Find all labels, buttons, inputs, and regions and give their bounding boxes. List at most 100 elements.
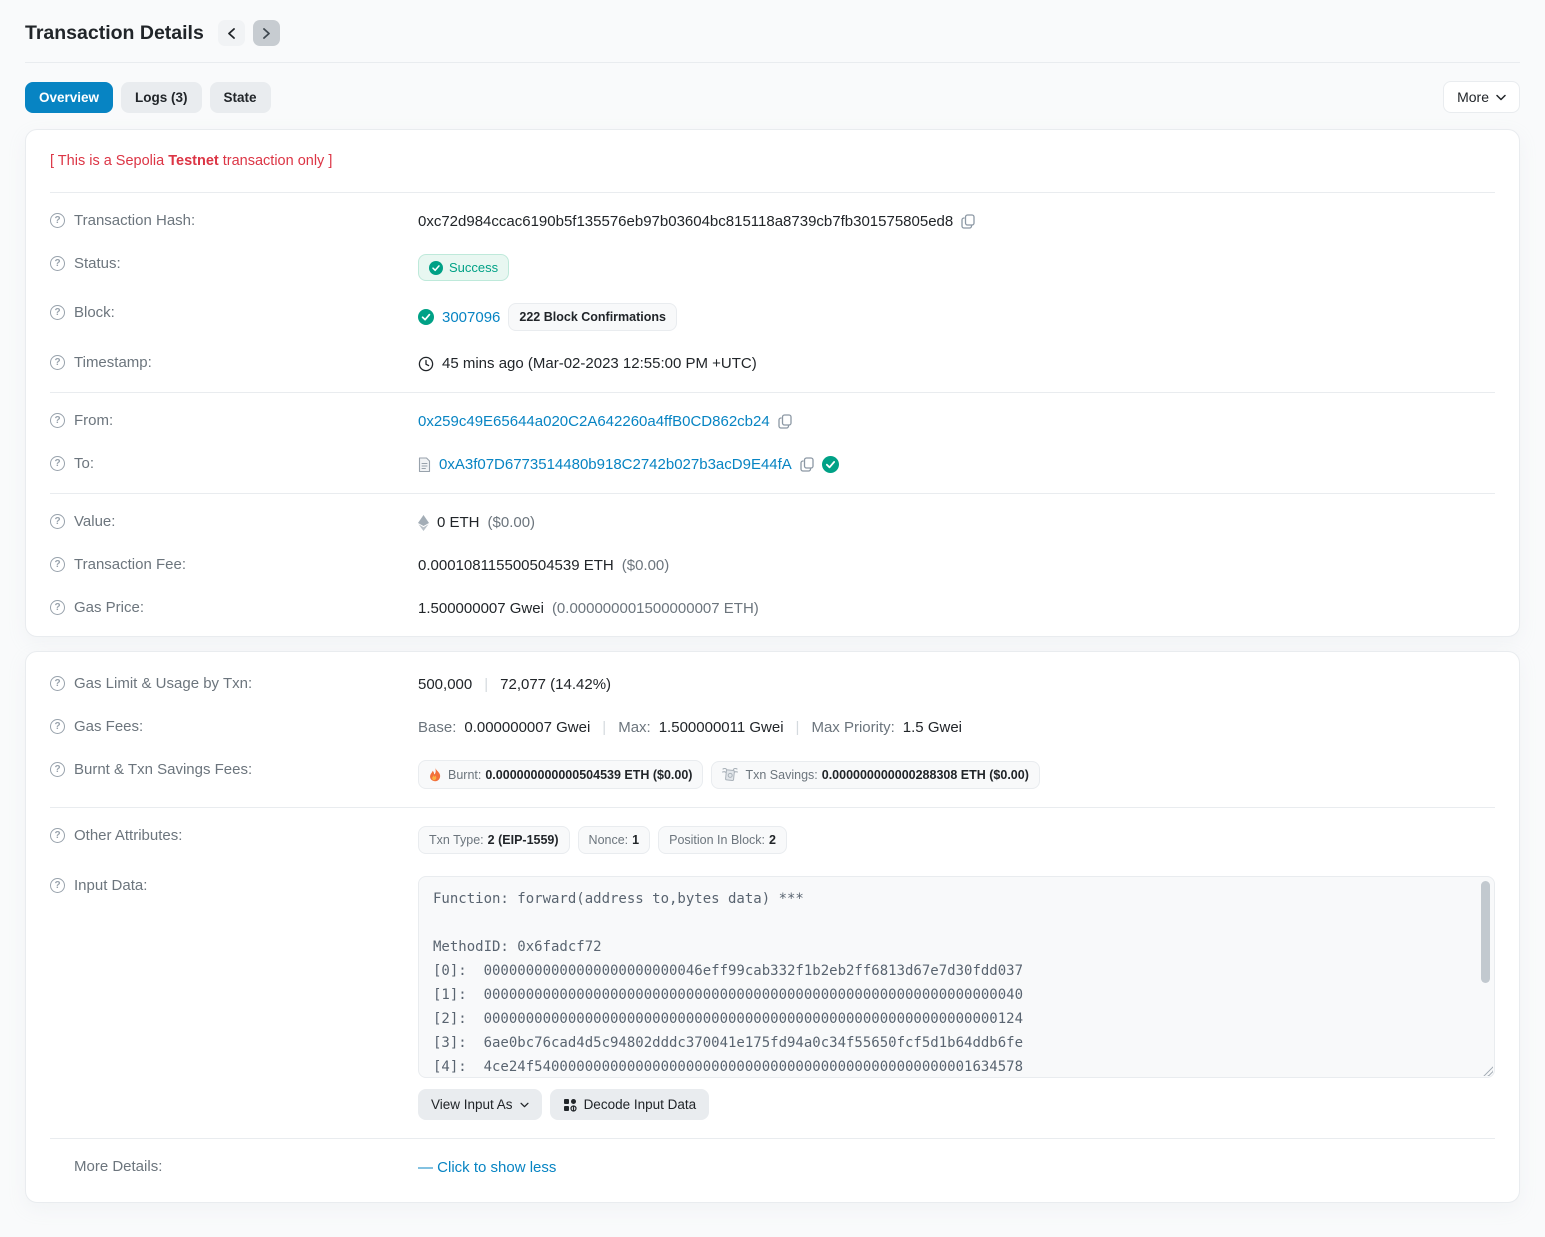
max-priority-fee-value: 1.5 Gwei	[903, 719, 962, 736]
next-transaction-button[interactable]	[253, 20, 280, 46]
value-label: Value:	[74, 513, 115, 530]
help-icon[interactable]: ?	[50, 762, 65, 777]
transaction-fee-amount: 0.000108115500504539 ETH	[418, 557, 614, 574]
transaction-overview-card: [ This is a Sepolia Testnet transaction …	[25, 129, 1520, 637]
row-status: ? Status: Success	[50, 243, 1495, 292]
resize-grip-icon[interactable]	[1482, 1065, 1493, 1076]
page-title: Transaction Details	[25, 22, 204, 45]
divider	[50, 392, 1495, 393]
tab-logs[interactable]: Logs (3)	[121, 82, 202, 113]
help-icon[interactable]: ?	[50, 828, 65, 843]
tab-list: Overview Logs (3) State	[25, 82, 271, 113]
txn-type-value: 2 (EIP-1559)	[488, 833, 559, 847]
more-details-label: More Details:	[74, 1158, 162, 1175]
page-header: Transaction Details	[25, 0, 1520, 62]
burnt-savings-label: Burnt & Txn Savings Fees:	[74, 761, 252, 778]
burnt-value: 0.000000000000504539 ETH ($0.00)	[485, 768, 692, 782]
money-wings-icon	[722, 768, 738, 781]
contract-file-icon	[418, 457, 431, 473]
from-label: From:	[74, 412, 113, 429]
status-badge-label: Success	[449, 260, 498, 275]
copy-icon[interactable]	[961, 214, 975, 229]
row-more-details: More Details: — Click to show less	[50, 1146, 1495, 1196]
row-transaction-fee: ? Transaction Fee: 0.000108115500504539 …	[50, 544, 1495, 587]
help-icon[interactable]: ?	[50, 557, 65, 572]
gas-price-eth: (0.000000001500000007 ETH)	[552, 600, 759, 617]
txn-savings-value: 0.000000000000288308 ETH ($0.00)	[822, 768, 1029, 782]
row-block: ? Block: 3007096 222 Block Confirmations	[50, 292, 1495, 342]
tab-state[interactable]: State	[210, 82, 271, 113]
transaction-details-card: ? Gas Limit & Usage by Txn: 500,000 | 72…	[25, 651, 1520, 1203]
position-in-block-label: Position In Block:	[669, 833, 765, 847]
gas-usage-value: 72,077 (14.42%)	[500, 676, 611, 693]
block-number-link[interactable]: 3007096	[442, 309, 500, 326]
max-fee-value: 1.500000011 Gwei	[659, 719, 784, 736]
position-in-block-badge: Position In Block: 2	[658, 826, 787, 854]
value-usd: ($0.00)	[488, 514, 536, 531]
gas-limit-value: 500,000	[418, 676, 472, 693]
help-icon[interactable]: ?	[50, 600, 65, 615]
help-icon[interactable]: ?	[50, 719, 65, 734]
help-icon[interactable]: ?	[50, 256, 65, 271]
ethereum-icon	[418, 515, 429, 531]
burnt-badge: Burnt: 0.000000000000504539 ETH ($0.00)	[418, 760, 703, 789]
separator: |	[792, 719, 804, 736]
status-label: Status:	[74, 255, 121, 272]
input-data-label: Input Data:	[74, 877, 147, 894]
burnt-label: Burnt:	[448, 768, 481, 782]
transaction-hash-label: Transaction Hash:	[74, 212, 195, 229]
help-icon[interactable]: ?	[50, 878, 65, 893]
separator: |	[598, 719, 610, 736]
copy-icon[interactable]	[778, 414, 792, 429]
help-icon[interactable]: ?	[50, 305, 65, 320]
help-icon[interactable]: ?	[50, 456, 65, 471]
txn-savings-badge: Txn Savings: 0.000000000000288308 ETH ($…	[711, 761, 1039, 789]
previous-transaction-button[interactable]	[218, 20, 245, 46]
check-circle-icon	[429, 261, 443, 275]
view-input-as-button[interactable]: View Input As	[418, 1089, 542, 1120]
decode-icon	[563, 1098, 577, 1112]
gas-price-label: Gas Price:	[74, 599, 144, 616]
chevron-down-icon	[1496, 94, 1506, 101]
row-gas-fees: ? Gas Fees: Base: 0.000000007 Gwei | Max…	[50, 706, 1495, 749]
txn-savings-label: Txn Savings:	[745, 768, 817, 782]
more-button-label: More	[1457, 89, 1489, 105]
help-icon[interactable]: ?	[50, 355, 65, 370]
value-amount: 0 ETH	[437, 514, 480, 531]
row-timestamp: ? Timestamp: 45 mins ago (Mar-02-2023 12…	[50, 342, 1495, 385]
show-less-link[interactable]: — Click to show less	[418, 1159, 556, 1176]
status-badge: Success	[418, 254, 509, 281]
help-icon[interactable]: ?	[50, 213, 65, 228]
row-from: ? From: 0x259c49E65644a020C2A642260a4ffB…	[50, 400, 1495, 443]
nonce-label: Nonce:	[589, 833, 629, 847]
other-attributes-label: Other Attributes:	[74, 827, 182, 844]
max-fee-label: Max:	[618, 719, 651, 736]
scrollbar-thumb[interactable]	[1481, 881, 1490, 983]
warning-bold: Testnet	[168, 153, 219, 169]
input-data-content: Function: forward(address to,bytes data)…	[433, 887, 1466, 1078]
tab-overview[interactable]: Overview	[25, 82, 113, 113]
from-address-link[interactable]: 0x259c49E65644a020C2A642260a4ffB0CD862cb…	[418, 413, 770, 430]
row-value: ? Value: 0 ETH ($0.00)	[50, 501, 1495, 544]
block-confirmations-badge: 222 Block Confirmations	[508, 303, 677, 331]
more-button[interactable]: More	[1443, 81, 1520, 113]
base-fee-value: 0.000000007 Gwei	[464, 719, 590, 736]
max-priority-fee-label: Max Priority:	[811, 719, 894, 736]
chevron-right-icon	[262, 28, 271, 39]
input-data-scrollbar[interactable]	[1481, 881, 1490, 1073]
help-icon[interactable]: ?	[50, 676, 65, 691]
input-data-textarea[interactable]: Function: forward(address to,bytes data)…	[418, 876, 1495, 1078]
testnet-warning: [ This is a Sepolia Testnet transaction …	[50, 136, 1495, 185]
to-address-link[interactable]: 0xA3f07D6773514480b918C2742b027b3acD9E44…	[439, 456, 792, 473]
block-label: Block:	[74, 304, 115, 321]
decode-input-data-button[interactable]: Decode Input Data	[550, 1089, 710, 1120]
txn-type-label: Txn Type:	[429, 833, 484, 847]
nonce-value: 1	[632, 833, 639, 847]
divider	[50, 192, 1495, 193]
divider	[50, 493, 1495, 494]
help-icon[interactable]: ?	[50, 413, 65, 428]
help-icon[interactable]: ?	[50, 514, 65, 529]
position-in-block-value: 2	[769, 833, 776, 847]
copy-icon[interactable]	[800, 457, 814, 472]
warning-suffix: transaction only ]	[219, 153, 333, 169]
